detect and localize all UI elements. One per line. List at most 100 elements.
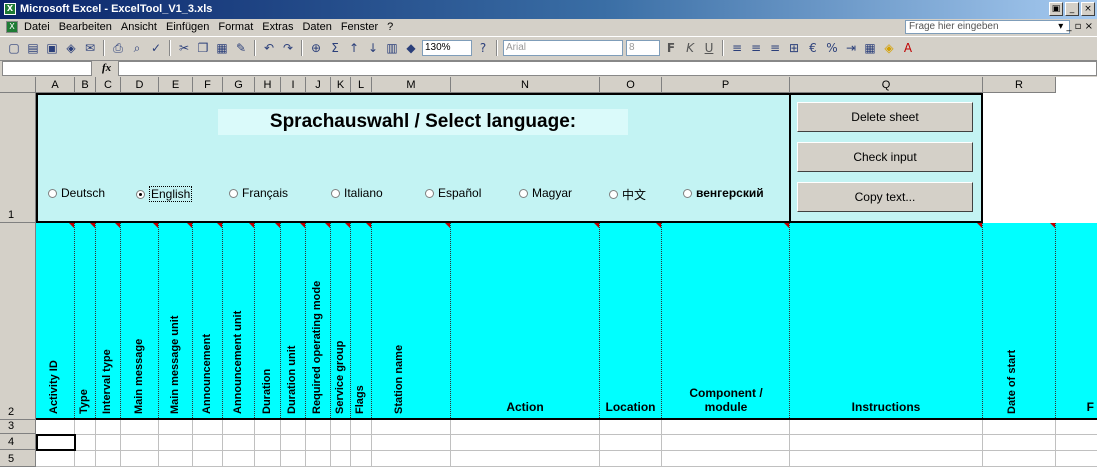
header-announcement-unit[interactable]: Announcement unit — [223, 223, 255, 418]
header-activity-id[interactable]: Activity ID — [36, 223, 75, 418]
radio-deutsch[interactable]: Deutsch — [48, 186, 105, 200]
active-cell-A4[interactable] — [36, 434, 76, 451]
name-box[interactable] — [2, 61, 92, 76]
format-painter-icon[interactable]: ✎ — [233, 40, 249, 56]
document-window-controls[interactable]: ▾ _ ▫ × — [1058, 21, 1093, 32]
font-size-select[interactable]: 8 — [626, 40, 660, 56]
delete-sheet-button[interactable]: Delete sheet — [797, 102, 973, 132]
align-right-icon[interactable]: ≡ — [767, 40, 783, 56]
sort-descending-icon[interactable]: ↓ — [365, 40, 381, 56]
header-duration[interactable]: Duration — [255, 223, 281, 418]
menu-ansicht[interactable]: Ansicht — [121, 21, 157, 33]
hyperlink-icon[interactable]: ⊕ — [308, 40, 324, 56]
redo-icon[interactable]: ↷ — [280, 40, 296, 56]
empty-rows[interactable] — [36, 420, 1097, 467]
row-header-2[interactable]: 2 — [0, 223, 36, 420]
radio-espanol[interactable]: Español — [425, 186, 481, 200]
header-instructions[interactable]: Instructions — [790, 223, 983, 418]
column-header-Q[interactable]: Q — [790, 77, 983, 93]
cut-icon[interactable]: ✂ — [176, 40, 192, 56]
fx-label[interactable]: fx — [102, 62, 111, 74]
currency-icon[interactable]: € — [805, 40, 821, 56]
radio-english[interactable]: English — [136, 186, 193, 202]
borders-icon[interactable]: ▦ — [862, 40, 878, 56]
menu-fenster[interactable]: Fenster — [341, 21, 378, 33]
spellcheck-icon[interactable]: ✓ — [148, 40, 164, 56]
font-color-icon[interactable]: A — [900, 40, 916, 56]
merge-center-icon[interactable]: ⊞ — [786, 40, 802, 56]
header-station-name[interactable]: Station name — [372, 223, 451, 418]
percent-icon[interactable]: % — [824, 40, 840, 56]
close-button[interactable]: × — [1081, 2, 1095, 16]
radio-italiano[interactable]: Italiano — [331, 186, 383, 200]
radio-francais[interactable]: Français — [229, 186, 288, 200]
undo-icon[interactable]: ↶ — [261, 40, 277, 56]
excel-icon[interactable]: X — [4, 3, 16, 15]
column-header-B[interactable]: B — [75, 77, 96, 93]
row-header-4[interactable]: 4 — [0, 434, 36, 450]
copy-text-button[interactable]: Copy text... — [797, 182, 973, 212]
cell-R1[interactable] — [983, 93, 1097, 223]
sort-ascending-icon[interactable]: ↑ — [346, 40, 362, 56]
header-service-group[interactable]: Service group — [331, 223, 351, 418]
column-header-O[interactable]: O — [600, 77, 662, 93]
check-input-button[interactable]: Check input — [797, 142, 973, 172]
autosum-icon[interactable]: Σ — [327, 40, 343, 56]
header-announcement[interactable]: Announcement — [193, 223, 223, 418]
menu-extras[interactable]: Extras — [262, 21, 293, 33]
font-select[interactable]: Arial — [503, 40, 623, 56]
column-header-P[interactable]: P — [662, 77, 790, 93]
align-left-icon[interactable]: ≡ — [729, 40, 745, 56]
column-header-E[interactable]: E — [159, 77, 193, 93]
help-icon[interactable]: ? — [475, 40, 491, 56]
fill-color-icon[interactable]: ◈ — [881, 40, 897, 56]
menu-daten[interactable]: Daten — [302, 21, 331, 33]
radio-magyar[interactable]: Magyar — [519, 186, 572, 200]
header-interval-type[interactable]: Interval type — [96, 223, 121, 418]
column-header-I[interactable]: I — [281, 77, 306, 93]
select-all-corner[interactable] — [0, 77, 36, 93]
header-location[interactable]: Location — [600, 223, 662, 418]
workbook-icon[interactable]: X — [6, 21, 18, 33]
chart-wizard-icon[interactable]: ▥ — [384, 40, 400, 56]
header-required-operating-mode[interactable]: Required operating mode — [306, 223, 331, 418]
radio-chinese[interactable]: 中文 — [609, 186, 646, 203]
indent-icon[interactable]: ⇥ — [843, 40, 859, 56]
help-search-input[interactable]: Frage hier eingeben — [905, 20, 1070, 34]
column-header-K[interactable]: K — [331, 77, 351, 93]
column-header-F[interactable]: F — [193, 77, 223, 93]
paste-icon[interactable]: ▦ — [214, 40, 230, 56]
mail-icon[interactable]: ✉ — [82, 40, 98, 56]
row-header-5[interactable]: 5 — [0, 450, 36, 467]
menu-bearbeiten[interactable]: Bearbeiten — [59, 21, 112, 33]
header-action[interactable]: Action — [451, 223, 600, 418]
header-flags[interactable]: Flags — [351, 223, 372, 418]
worksheet-grid[interactable]: ABCDEFGHIJKLMNOPQR 1 2 3 4 5 Sprachauswa… — [0, 77, 1097, 467]
header-date-of-start[interactable]: Date of start — [983, 223, 1056, 418]
column-header-A[interactable]: A — [36, 77, 75, 93]
bold-button[interactable]: F — [663, 40, 679, 56]
restore-icon[interactable]: ▣ — [1049, 2, 1063, 16]
row-header-1[interactable]: 1 — [0, 93, 36, 223]
header-main-message-unit[interactable]: Main message unit — [159, 223, 193, 418]
underline-button[interactable]: U — [701, 40, 717, 56]
save-icon[interactable]: ▣ — [44, 40, 60, 56]
drawing-icon[interactable]: ◆ — [403, 40, 419, 56]
formula-input[interactable] — [118, 61, 1097, 76]
column-header-C[interactable]: C — [96, 77, 121, 93]
column-header-M[interactable]: M — [372, 77, 451, 93]
menu-datei[interactable]: Datei — [24, 21, 50, 33]
new-file-icon[interactable]: ▢ — [6, 40, 22, 56]
italic-button[interactable]: K — [682, 40, 698, 56]
menu-format[interactable]: Format — [218, 21, 253, 33]
column-header-H[interactable]: H — [255, 77, 281, 93]
column-header-G[interactable]: G — [223, 77, 255, 93]
radio-russian-hungarian[interactable]: венгерский — [683, 186, 764, 200]
print-preview-icon[interactable]: ⌕ — [129, 40, 145, 56]
header-next-partial[interactable]: F — [1056, 223, 1097, 418]
column-header-J[interactable]: J — [306, 77, 331, 93]
header-type[interactable]: Type — [75, 223, 96, 418]
open-folder-icon[interactable]: ▤ — [25, 40, 41, 56]
header-duration-unit[interactable]: Duration unit — [281, 223, 306, 418]
menu-help[interactable]: ? — [387, 21, 393, 33]
